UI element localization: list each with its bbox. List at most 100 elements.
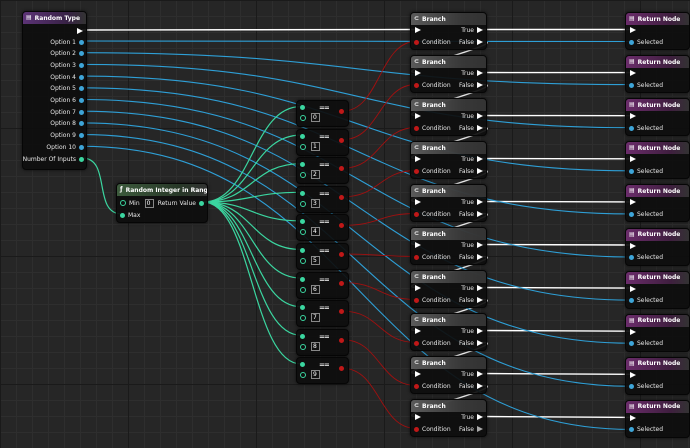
equals-node[interactable]: 1 ==	[296, 128, 349, 156]
enum-output-pin[interactable]	[79, 86, 84, 92]
branch-node[interactable]: ⊂ Branch Condition True False	[410, 55, 487, 93]
selected-pin[interactable]	[629, 39, 634, 45]
return-value-pin[interactable]	[199, 200, 204, 206]
condition-pin[interactable]	[414, 125, 419, 131]
branch-node[interactable]: ⊂ Branch Condition True False	[410, 313, 487, 351]
equals-value-field[interactable]: 9	[311, 370, 320, 380]
equals-input-b-pin[interactable]	[300, 315, 306, 322]
equals-value-field[interactable]: 6	[311, 284, 320, 294]
true-exec-pin[interactable]	[477, 414, 483, 420]
equals-input-b-pin[interactable]	[300, 172, 306, 179]
equals-node[interactable]: 0 ==	[296, 100, 349, 127]
equals-input-a-pin[interactable]	[300, 162, 305, 168]
false-exec-pin[interactable]	[477, 125, 483, 131]
selected-pin[interactable]	[629, 168, 634, 174]
exec-in-pin[interactable]	[630, 285, 636, 292]
exec-in-pin[interactable]	[630, 27, 636, 33]
exec-in-pin[interactable]	[630, 371, 636, 378]
return-node[interactable]: ▤ Return Node Selected	[625, 12, 690, 50]
condition-pin[interactable]	[414, 39, 419, 45]
branch-node[interactable]: ⊂ Branch Condition True False	[410, 356, 487, 394]
equals-output-pin[interactable]	[339, 109, 344, 114]
enum-output-pin[interactable]	[79, 51, 84, 57]
equals-input-b-pin[interactable]	[300, 200, 306, 207]
condition-pin[interactable]	[414, 168, 419, 174]
equals-node[interactable]: 9 ==	[296, 357, 349, 385]
equals-value-field[interactable]: 2	[311, 170, 320, 180]
return-node[interactable]: ▤ Return Node Selected	[625, 313, 690, 352]
exec-in-pin[interactable]	[630, 328, 636, 335]
exec-in-pin[interactable]	[415, 27, 421, 33]
exec-in-pin[interactable]	[630, 113, 636, 120]
exec-in-pin[interactable]	[415, 70, 421, 76]
min-pin[interactable]	[120, 200, 126, 206]
exec-in-pin[interactable]	[415, 113, 421, 119]
equals-value-field[interactable]: 8	[311, 341, 320, 351]
enum-output-pin[interactable]	[79, 39, 84, 45]
equals-input-a-pin[interactable]	[300, 248, 305, 253]
equals-input-a-pin[interactable]	[300, 276, 305, 282]
equals-input-b-pin[interactable]	[300, 372, 306, 379]
true-exec-pin[interactable]	[477, 371, 483, 377]
condition-pin[interactable]	[414, 383, 419, 389]
false-exec-pin[interactable]	[477, 383, 483, 389]
branch-node[interactable]: ⊂ Branch Condition True False	[410, 399, 487, 437]
return-node[interactable]: ▤ Return Node Selected	[625, 227, 690, 266]
num-inputs-pin[interactable]	[79, 156, 84, 162]
equals-node[interactable]: 3 ==	[296, 185, 349, 213]
equals-output-pin[interactable]	[339, 366, 344, 372]
branch-node[interactable]: ⊂ Branch Condition True False	[410, 141, 487, 179]
equals-node[interactable]: 6 ==	[296, 271, 349, 299]
equals-value-field[interactable]: 4	[311, 227, 320, 237]
equals-output-pin[interactable]	[339, 194, 344, 200]
exec-in-pin[interactable]	[630, 199, 636, 206]
selected-pin[interactable]	[629, 125, 634, 131]
true-exec-pin[interactable]	[477, 113, 483, 119]
exec-in-pin[interactable]	[630, 414, 636, 421]
equals-input-b-pin[interactable]	[300, 343, 306, 350]
enum-output-pin[interactable]	[79, 62, 84, 68]
return-node[interactable]: ▤ Return Node Selected	[625, 356, 690, 395]
enum-output-pin[interactable]	[79, 133, 84, 139]
selected-pin[interactable]	[629, 211, 634, 217]
branch-node[interactable]: ⊂ Branch Condition True False	[410, 227, 487, 265]
false-exec-pin[interactable]	[477, 82, 483, 88]
enum-output-pin[interactable]	[79, 109, 84, 115]
false-exec-pin[interactable]	[477, 168, 483, 174]
true-exec-pin[interactable]	[477, 328, 483, 334]
equals-input-b-pin[interactable]	[300, 258, 306, 264]
condition-pin[interactable]	[414, 82, 419, 88]
equals-output-pin[interactable]	[339, 137, 344, 143]
selected-pin[interactable]	[629, 255, 634, 260]
selected-pin[interactable]	[629, 341, 634, 347]
return-node[interactable]: ▤ Return Node Selected	[625, 55, 690, 94]
true-exec-pin[interactable]	[477, 199, 483, 205]
equals-value-field[interactable]: 3	[311, 198, 320, 208]
equals-input-a-pin[interactable]	[300, 190, 305, 196]
condition-pin[interactable]	[414, 297, 419, 303]
return-node[interactable]: ▤ Return Node Selected	[625, 270, 690, 309]
return-node[interactable]: ▤ Return Node Selected	[625, 141, 690, 180]
false-exec-pin[interactable]	[477, 340, 483, 346]
false-exec-pin[interactable]	[477, 297, 483, 303]
equals-value-field[interactable]: 7	[311, 313, 320, 323]
exec-in-pin[interactable]	[630, 242, 636, 249]
return-node[interactable]: ▤ Return Node Selected	[625, 184, 690, 223]
equals-output-pin[interactable]	[339, 309, 344, 315]
exec-in-pin[interactable]	[415, 242, 421, 248]
max-pin[interactable]	[120, 212, 125, 218]
exec-in-pin[interactable]	[415, 156, 421, 162]
enum-output-pin[interactable]	[79, 74, 84, 80]
equals-node[interactable]: 4 ==	[296, 214, 349, 242]
equals-node[interactable]: 2 ==	[296, 157, 349, 185]
condition-pin[interactable]	[414, 211, 419, 217]
equals-value-field[interactable]: 0	[311, 113, 320, 122]
enum-output-pin[interactable]	[79, 144, 84, 150]
true-exec-pin[interactable]	[477, 156, 483, 162]
min-value-field[interactable]: 0	[144, 198, 154, 208]
equals-node[interactable]: 5 ==	[296, 243, 349, 270]
exec-in-pin[interactable]	[415, 328, 421, 334]
random-type-node[interactable]: ▤ Random Type Option 1 Option 2 Option 3 Opti…	[22, 11, 87, 170]
equals-input-a-pin[interactable]	[300, 105, 305, 110]
exec-in-pin[interactable]	[415, 285, 421, 291]
